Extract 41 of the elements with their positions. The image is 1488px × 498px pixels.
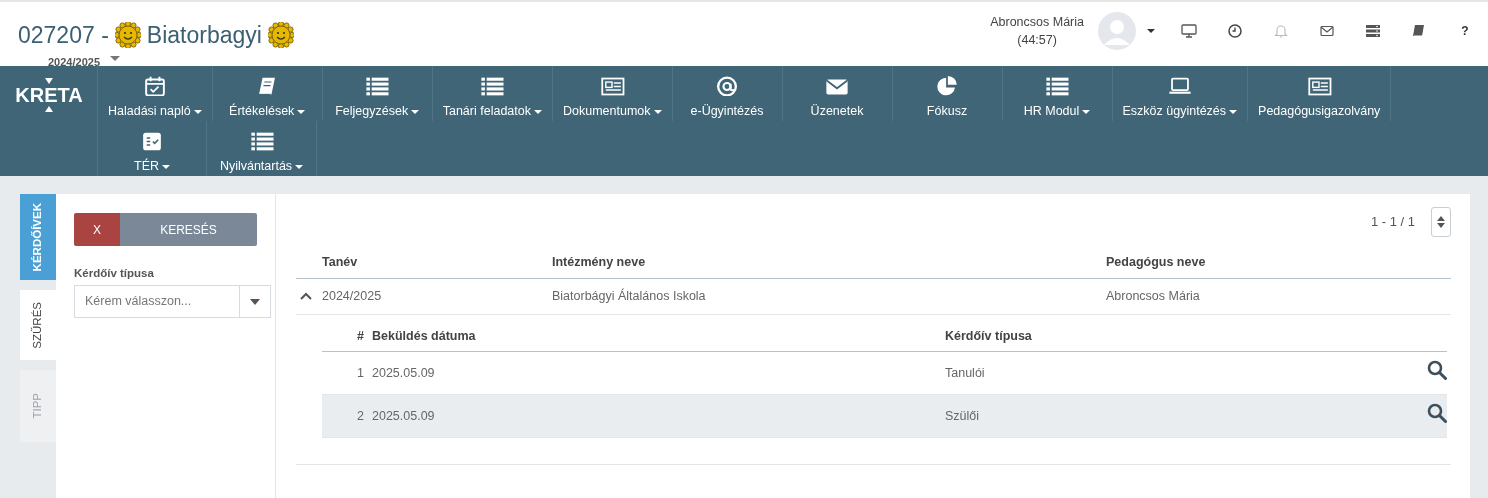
logo[interactable]: KRETA xyxy=(15,84,83,106)
menu-item[interactable]: Nyilvántartás xyxy=(207,121,317,176)
school-year[interactable]: 2024/2025 xyxy=(48,54,100,71)
table-cell: Abroncsos Mária xyxy=(1106,278,1451,314)
side-tab[interactable]: SZŰRÉS xyxy=(20,290,56,360)
menu-item[interactable]: HR Modul xyxy=(1002,66,1113,121)
menu-item[interactable]: Tanári feladatok xyxy=(432,66,553,121)
table-cell: 2024/2025 xyxy=(322,278,552,314)
table-cell: Szülői xyxy=(945,394,1407,438)
menu-item[interactable]: Üzenetek xyxy=(782,66,893,121)
table-cell: 2025.05.09 xyxy=(372,394,945,438)
session-timer: (44:57) xyxy=(1016,32,1058,49)
menu-item[interactable]: TÉR xyxy=(97,121,207,176)
menu-item[interactable]: Haladási napló xyxy=(97,66,213,121)
column-header[interactable]: Kérdőív típusa xyxy=(945,318,1407,352)
user-name: Abroncsos Mária xyxy=(990,14,1084,31)
menu-item[interactable]: Pedagógusigazolvány xyxy=(1248,66,1392,121)
menu-item[interactable]: Feljegyzések xyxy=(322,66,433,121)
table-cell: Biatorbágyi Általános Iskola xyxy=(552,278,1106,314)
help-link[interactable]: ? xyxy=(1461,22,1469,40)
table-cell: Tanulói xyxy=(945,351,1407,395)
column-header[interactable]: Tanév xyxy=(322,247,552,279)
school-code: 027207 - xyxy=(18,21,109,50)
search-button[interactable]: KERESÉS xyxy=(120,213,257,246)
column-header[interactable]: # xyxy=(322,318,372,352)
field-label: Kérdőív típusa xyxy=(74,266,155,281)
menu-item[interactable]: Dokumentumok xyxy=(552,66,673,121)
menu-item[interactable]: Fókusz xyxy=(892,66,1003,121)
table-cell: 2 xyxy=(322,394,372,438)
school-name: Biatorbagyi xyxy=(146,21,262,50)
clear-button[interactable]: X xyxy=(74,213,120,246)
column-header[interactable]: Pedagógus neve xyxy=(1106,247,1451,279)
table-cell: 1 xyxy=(322,351,372,395)
column-header[interactable]: Beküldés dátuma xyxy=(372,318,945,352)
select-field[interactable]: Kérem válasszon... xyxy=(74,285,239,319)
menu-item[interactable]: Eszköz ügyintézés xyxy=(1112,66,1249,121)
pager-info: 1 - 1 / 1 xyxy=(1370,213,1415,232)
menu-item[interactable]: e-Ügyintézés xyxy=(672,66,783,121)
menu-item[interactable]: Értékelések xyxy=(212,66,323,121)
table-cell: 2025.05.09 xyxy=(372,351,945,395)
column-header[interactable]: Intézmény neve xyxy=(552,247,1106,279)
